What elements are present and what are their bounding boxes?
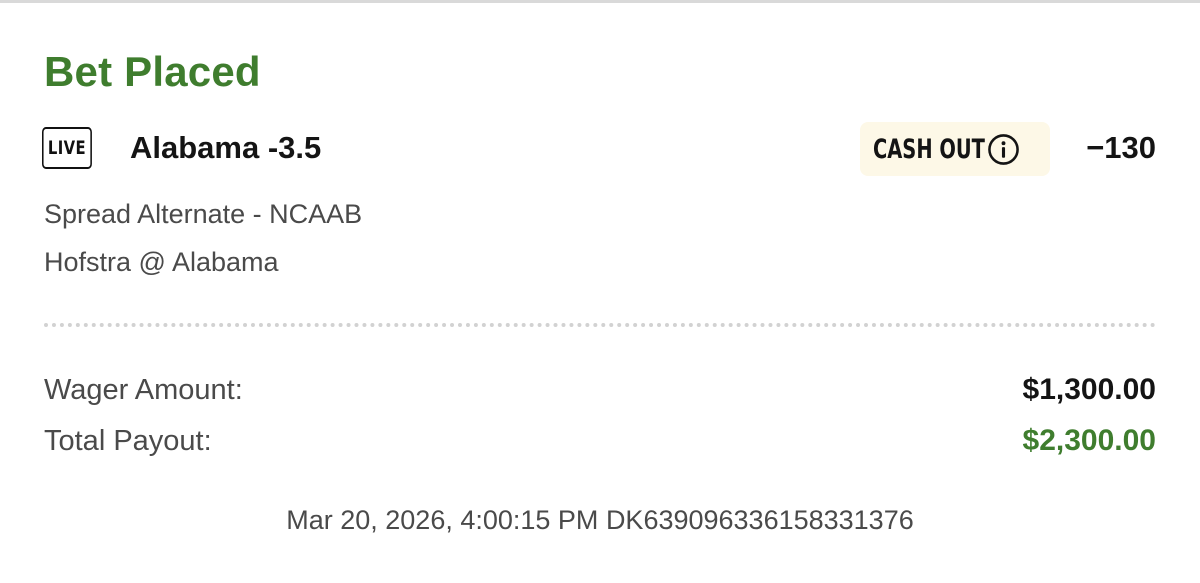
placed-timestamp: Mar 20, 2026, 4:00:15 PM <box>286 505 599 535</box>
wager-amount-value: $1,300.00 <box>1022 373 1156 406</box>
total-payout-label: Total Payout: <box>44 425 212 457</box>
wager-amount-label: Wager Amount: <box>44 374 243 406</box>
bet-id: DK639096336158331376 <box>605 505 914 535</box>
bet-status-title: Bet Placed <box>44 48 261 95</box>
info-circle-icon[interactable] <box>987 133 1020 166</box>
odds-value: −130 <box>1086 130 1156 165</box>
selection-row: LIVE Alabama -3.5 CASH OUT −130 <box>42 122 1156 176</box>
cash-out-label: CASH OUT <box>873 133 985 165</box>
selection-name: Alabama -3.5 <box>130 130 322 165</box>
dotted-divider <box>44 323 1156 327</box>
live-badge: LIVE <box>42 127 92 169</box>
bet-footer: Mar 20, 2026, 4:00:15 PM DK6390963361583… <box>0 505 1200 536</box>
total-payout-value: $2,300.00 <box>1022 424 1156 457</box>
cash-out-button[interactable]: CASH OUT <box>860 122 1050 176</box>
top-border <box>0 0 1200 3</box>
market-name: Spread Alternate - NCAAB <box>44 199 363 229</box>
event-name: Hofstra @ Alabama <box>44 247 279 277</box>
